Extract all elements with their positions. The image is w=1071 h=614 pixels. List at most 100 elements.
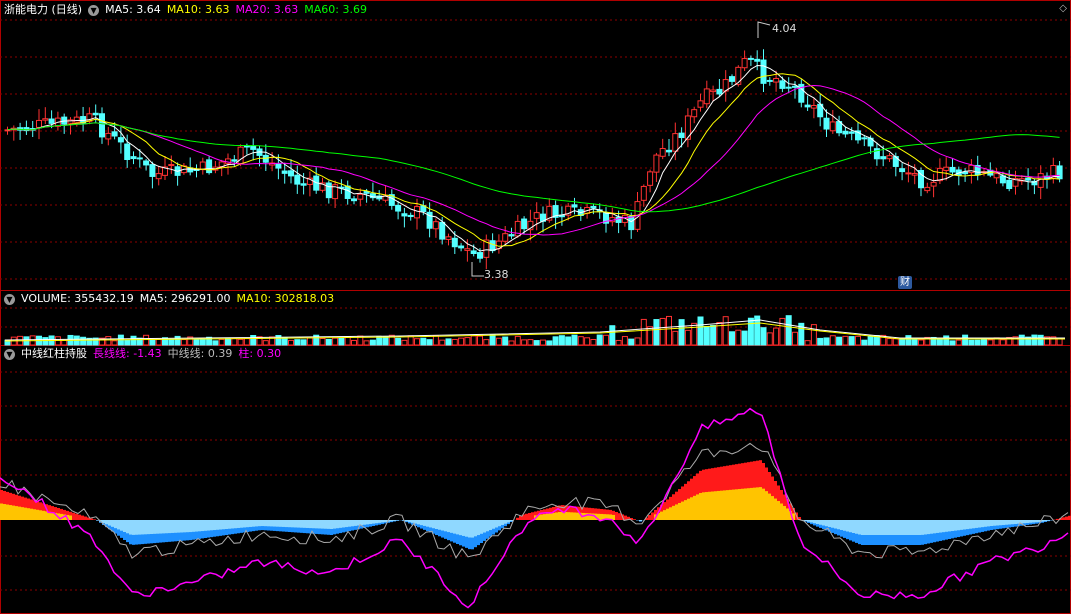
- candle-body: [73, 116, 80, 123]
- indicator-bar-down: [291, 520, 294, 528]
- candle-body: [659, 148, 666, 157]
- candle-body: [691, 109, 698, 118]
- volume-bar: [741, 330, 748, 346]
- chart-canvas[interactable]: [0, 0, 1071, 614]
- volume-bar: [464, 337, 471, 346]
- indicator-bar-down: [273, 520, 276, 527]
- indicator-bar-up: [759, 487, 762, 520]
- indicator-bar-up: [567, 512, 570, 520]
- indicator-bar-up: [3, 504, 6, 520]
- indicator-bar-down: [354, 520, 357, 526]
- indicator-bar-down: [132, 520, 135, 535]
- indicator-bar-down: [846, 520, 849, 532]
- indicator-bar-down: [240, 520, 243, 528]
- circle-chevron-icon[interactable]: ▼: [4, 293, 15, 305]
- volume-bar: [111, 340, 118, 346]
- volume-bar: [905, 335, 912, 346]
- indicator-bar-down: [267, 520, 270, 527]
- indicator-bar-up: [1056, 518, 1059, 520]
- indicator-bar-down: [264, 520, 267, 527]
- volume-bar: [439, 339, 446, 346]
- indicator-bar-down: [831, 520, 834, 528]
- indicator-bar-down: [834, 520, 837, 529]
- indicator-bar-down: [159, 520, 162, 534]
- candle-body: [571, 204, 578, 208]
- price-panel-header: 浙能电力 (日线) ▼ MA5: 3.64 MA10: 3.63 MA20: 3…: [4, 3, 367, 17]
- indicator-bar-down: [960, 520, 963, 530]
- indicator-bar-down: [450, 520, 453, 533]
- indicator-bar-down: [969, 520, 972, 529]
- candle-body: [647, 171, 654, 186]
- candle-body: [489, 240, 496, 252]
- indicator-bar-down: [306, 520, 309, 528]
- indicator-bar-up: [687, 498, 690, 520]
- volume-bar: [288, 339, 294, 346]
- indicator-bar-down: [894, 520, 897, 535]
- volume-bar: [212, 340, 219, 346]
- candle-body: [640, 185, 647, 201]
- volume-bar: [143, 334, 150, 346]
- volume-bar: [546, 340, 553, 346]
- indicator-bar-down: [903, 520, 906, 535]
- indicator-bar-down: [234, 520, 237, 529]
- circle-chevron-icon[interactable]: ▼: [88, 4, 100, 16]
- volume-bar: [596, 334, 603, 346]
- volume-bar: [666, 315, 672, 346]
- diamond-icon[interactable]: ◇: [1059, 3, 1067, 14]
- indicator-bar-up: [720, 490, 723, 520]
- indicator-bar-down: [333, 520, 336, 529]
- candle-body: [288, 170, 294, 177]
- indicator-bar-up: [33, 509, 36, 520]
- high-pointer: [757, 21, 771, 38]
- candle-body: [407, 214, 414, 218]
- candle-body: [168, 164, 175, 167]
- mid-line-label: 中线线: 0.39: [167, 347, 233, 360]
- indicator-bar-down: [417, 520, 420, 525]
- candle-body: [653, 154, 660, 173]
- indicator-bar-down: [171, 520, 174, 533]
- indicator-bar-down: [471, 520, 474, 538]
- indicator-bar-down: [498, 520, 501, 527]
- indicator-bar-down: [942, 520, 945, 533]
- volume-bar: [974, 339, 981, 346]
- indicator-bar-down: [468, 520, 471, 538]
- indicator-bar-down: [906, 520, 909, 535]
- circle-chevron-icon[interactable]: ▼: [4, 348, 15, 360]
- indicator-bar-down: [975, 520, 978, 528]
- indicator-bar-down: [483, 520, 486, 533]
- bar-value-label: 柱: 0.30: [238, 347, 282, 360]
- indicator-bar-up: [543, 514, 546, 520]
- indicator-bar-down: [1014, 520, 1017, 524]
- candle-body: [899, 168, 906, 173]
- indicator-bar-down: [876, 520, 879, 535]
- indicator-bar-down: [375, 520, 378, 524]
- finance-badge[interactable]: 财: [898, 276, 912, 289]
- volume-bar: [697, 316, 704, 346]
- volume-bar: [773, 327, 780, 346]
- indicator-bar-down: [384, 520, 387, 523]
- indicator-bar-down: [285, 520, 288, 528]
- candle-body: [999, 175, 1006, 184]
- volume-bar: [968, 339, 975, 346]
- indicator-bar-down: [138, 520, 141, 535]
- indicator-bar-up: [21, 507, 24, 520]
- long-line-label: 長线线: -1.43: [93, 347, 162, 360]
- volume-bar: [892, 338, 899, 346]
- indicator-bar-up: [672, 505, 675, 520]
- indicator-bar-up: [675, 504, 678, 520]
- indicator-bar-down: [873, 520, 876, 535]
- candle-body: [502, 233, 509, 242]
- indicator-bar-up: [90, 518, 93, 520]
- volume-bar: [804, 340, 811, 346]
- indicator-bar-down: [129, 520, 132, 535]
- candle-body: [439, 221, 446, 240]
- indicator-bar-down: [342, 520, 345, 528]
- volume-bar: [552, 336, 559, 346]
- volume-bar: [558, 335, 565, 346]
- volume-bar: [836, 336, 843, 346]
- indicator-bar-down: [252, 520, 255, 527]
- candle-body: [766, 79, 773, 82]
- candle-body: [773, 77, 780, 83]
- indicator-bar-down: [984, 520, 987, 527]
- indicator-bar-down: [408, 520, 411, 523]
